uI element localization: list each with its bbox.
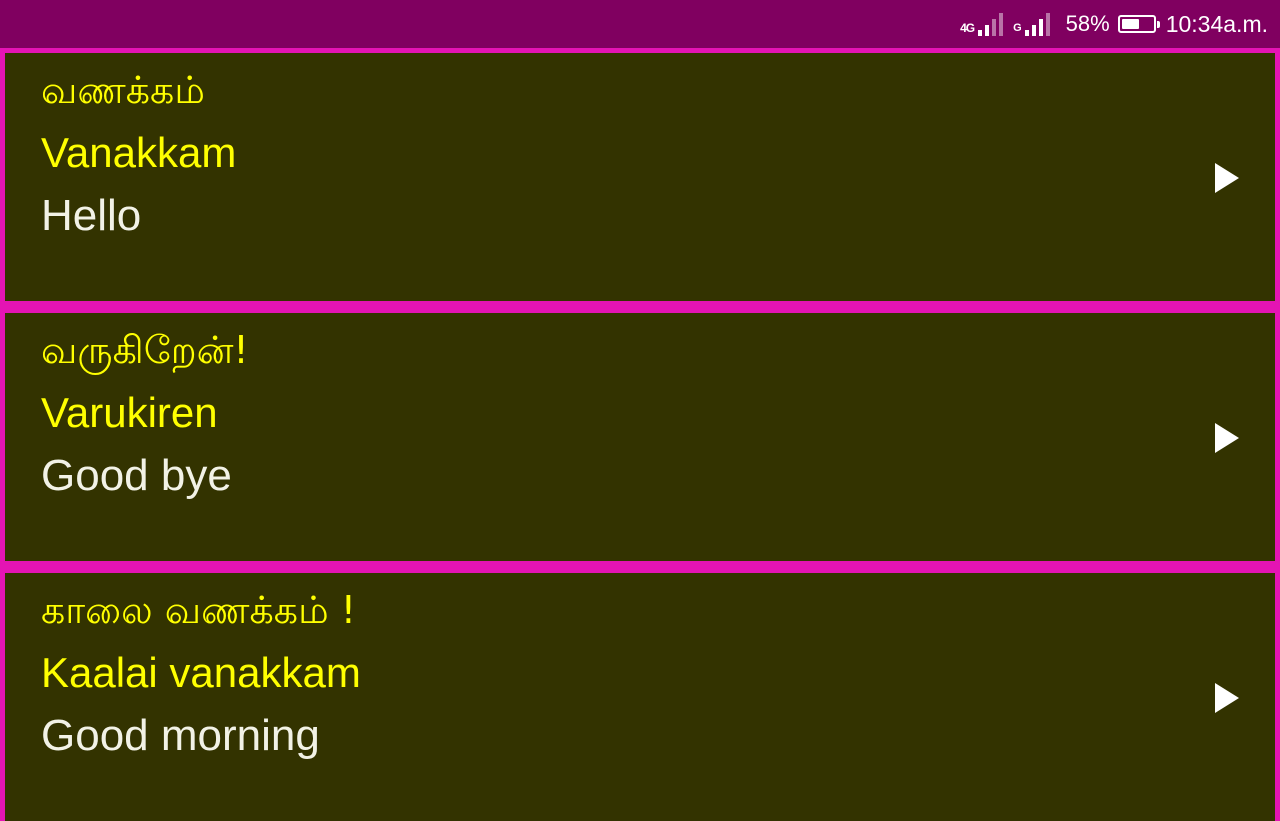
phrase-native: வருகிறேன்! [41,328,249,372]
phrase-english: Hello [41,191,142,240]
battery-icon [1117,15,1160,33]
signal-strength-icon-2 [1024,12,1050,36]
phrase-english: Good bye [41,451,232,500]
play-icon[interactable] [1215,423,1239,453]
network-type-4g: 4G [960,21,975,35]
phrase-native: வணக்கம் [41,68,205,112]
status-bar: 4G G 58% 10:34a.m. [0,0,1280,48]
phrase-card[interactable]: வணக்கம் Vanakkam Hello [5,53,1275,301]
phrase-card[interactable]: வருகிறேன்! Varukiren Good bye [5,313,1275,561]
battery-fill [1121,19,1139,29]
phrase-card[interactable]: காலை வணக்கம் ! Kaalai vanakkam Good morn… [5,573,1275,821]
clock-time: 10:34a.m. [1165,10,1268,37]
phrase-transliteration: Vanakkam [41,129,237,176]
phrase-english: Good morning [41,711,320,760]
phrase-native: காலை வணக்கம் ! [41,588,356,632]
phrase-transliteration: Varukiren [41,389,218,436]
play-icon[interactable] [1215,683,1239,713]
play-icon[interactable] [1215,163,1239,193]
phrase-transliteration: Kaalai vanakkam [41,649,361,696]
signal-strength-icon [978,12,1004,36]
battery-percent: 58% [1065,11,1110,36]
network-type-g: G [1013,22,1022,34]
